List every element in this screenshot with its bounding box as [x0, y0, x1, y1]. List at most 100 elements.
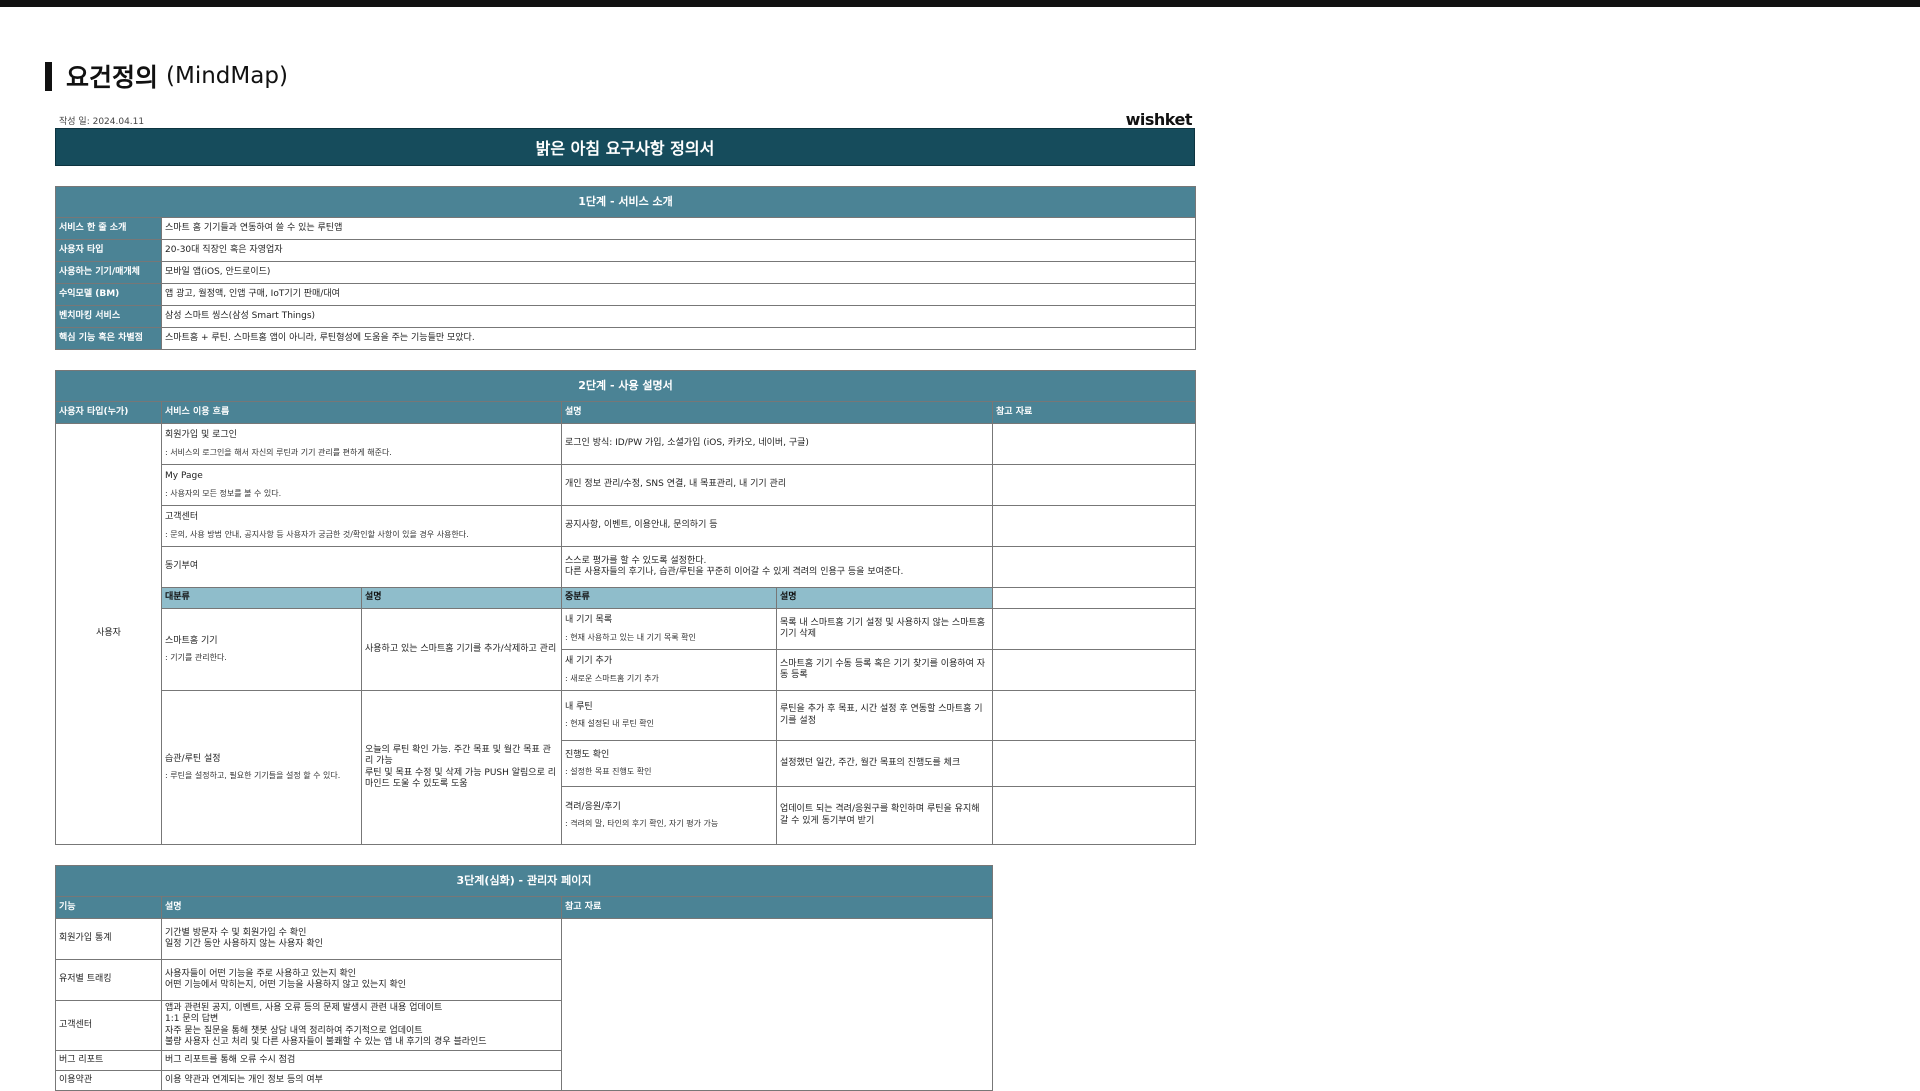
header-ref: 참고 자료: [991, 401, 1197, 424]
flow-sub: : 서비스의 로그인을 해서 자신의 루틴과 기기 관리를 편하게 해준다.: [165, 447, 392, 457]
doc-date: 작성 일: 2024.04.11: [59, 117, 145, 127]
stage1-row: 사용하는 기기/매개체 모바일 앱(iOS, 안드로이드): [55, 261, 1196, 284]
item-name: 새 기기 추가: [565, 656, 613, 667]
subheader-middle: 중분류: [561, 587, 777, 609]
item-sub: : 새로운 스마트홈 기기 추가: [565, 673, 659, 683]
stage2-title: 2단계 - 사용 설명서: [54, 370, 1197, 402]
doc-meta: 작성 일: 2024.04.11 wishket: [55, 110, 1195, 129]
ref-cell: [991, 786, 1197, 845]
stage1-table: 1단계 - 서비스 소개 서비스 한 줄 소개 스마트 홈 기기들과 연동하여 쓸…: [55, 186, 1196, 350]
group-row: 습관/루틴 설정: 루틴을 설정하고, 필요한 기기들을 설정 할 수 있다. …: [56, 690, 1197, 845]
slide-title-sub: (MindMap): [166, 63, 288, 89]
item-cell: 내 기기 목록 : 현재 사용하고 있는 내 기기 목록 확인: [561, 608, 777, 650]
admin-feature: 유저별 트래킹: [55, 959, 162, 1001]
item-desc: 목록 내 스마트홈 기기 설정 및 사용하지 않는 스마트홈 기기 삭제: [776, 608, 993, 650]
admin-desc: 앱과 관련된 공지, 이벤트, 사용 오류 등의 문제 발생시 관련 내용 업데…: [161, 1000, 562, 1051]
stage3-table: 3단계(심화) - 관리자 페이지 기능 설명 참고 자료 회원가입 통계 기간…: [54, 865, 994, 1091]
stage1-row: 서비스 한 줄 소개 스마트 홈 기기들과 연동하여 쓸 수 있는 루틴앱: [55, 217, 1196, 240]
admin-feature: 버그 리포트: [55, 1050, 162, 1071]
item-sub: : 현재 사용하고 있는 내 기기 목록 확인: [565, 632, 696, 642]
item-cell: 격려/응원/후기: 격려의 말, 타인의 후기 확인, 자기 평가 가능: [561, 786, 777, 845]
stage1-value: 앱 광고, 월정액, 인앱 구매, IoT기기 판매/대여: [161, 283, 1196, 306]
flow-cell: 고객센터 : 문의, 사용 방법 안내, 공지사항 등 사용자가 궁금한 것/확인…: [161, 505, 562, 547]
item-sub: : 설정한 목표 진행도 확인: [565, 767, 652, 777]
requirements-document: 작성 일: 2024.04.11 wishket 밝은 아침 요구사항 정의서 …: [54, 110, 1197, 1091]
item-desc: 설정했던 일간, 주간, 월간 목표의 진행도를 체크: [776, 740, 993, 787]
stage1-value: 스마트 홈 기기들과 연동하여 쓸 수 있는 루틴앱: [161, 217, 1196, 240]
ref-cell: [991, 649, 1197, 691]
group-cell: 습관/루틴 설정 : 루틴을 설정하고, 필요한 기기들을 설정 할 수 있다.: [161, 690, 362, 845]
stage1-row: 핵심 기능 혹은 차별점 스마트홈 + 루틴. 스마트홈 앱이 아니라, 루틴형성…: [55, 327, 1196, 350]
admin-desc: 이용 약관과 연계되는 개인 정보 등의 여부: [161, 1070, 562, 1091]
admin-desc: 사용자들이 어떤 기능을 주로 사용하고 있는지 확인 어떤 기능에서 막히는지…: [161, 959, 562, 1001]
item-name: 진행도 확인: [565, 749, 610, 760]
admin-row: 회원가입 통계 기간별 방문자 수 및 회원가입 수 확인 일정 기간 동안 사…: [55, 918, 994, 1091]
slide-title-main: 요건정의: [66, 63, 159, 92]
ref-cell: [991, 505, 1197, 547]
flow-name: 동기부여: [165, 561, 199, 572]
group-cell: 스마트홈 기기 : 기기를 관리한다.: [161, 608, 362, 691]
admin-desc: 버그 리포트를 통해 오류 수시 점검: [161, 1050, 562, 1071]
admin-feature: 이용약관: [55, 1070, 162, 1091]
header-feature: 기능: [55, 896, 162, 919]
flow-cell: 동기부여: [161, 546, 562, 588]
admin-desc: 기간별 방문자 수 및 회원가입 수 확인 일정 기간 동안 사용하지 않는 사…: [161, 918, 562, 960]
group-desc: 사용하고 있는 스마트홈 기기를 추가/삭제하고 관리: [361, 608, 562, 691]
subheader-major: 대분류: [161, 587, 362, 609]
stage1-row: 사용자 타입 20-30대 직장인 혹은 자영업자: [55, 239, 1196, 262]
group-name: 스마트홈 기기: [165, 635, 218, 646]
flow-name: 회원가입 및 로그인: [165, 430, 237, 441]
group-name: 습관/루틴 설정: [165, 753, 221, 764]
stage1-label: 수익모델 (BM): [55, 283, 162, 306]
flow-row: My Page : 사용자의 모든 정보를 볼 수 있다. 개인 정보 관리/수정…: [56, 464, 1197, 506]
item-desc: 업데이트 되는 격려/응원구를 확인하며 루틴을 유지해 갈 수 있게 동기부여…: [776, 786, 993, 845]
flow-name: 고객센터: [165, 512, 199, 523]
item-name: 내 루틴: [565, 701, 593, 712]
group-row: 스마트홈 기기 : 기기를 관리한다. 사용하고 있는 스마트홈 기기를 추가/삭…: [56, 608, 1197, 691]
slide-title: 요건정의 (MindMap): [45, 60, 288, 92]
header-desc: 설명: [561, 401, 993, 424]
admin-ref: [560, 918, 994, 1091]
header-flow: 서비스 이용 흐름: [161, 401, 562, 424]
stage1-label: 벤치마킹 서비스: [55, 305, 162, 328]
stage2-table: 2단계 - 사용 설명서 사용자 타입(누가) 서비스 이용 흐름 설명 참고 …: [54, 370, 1197, 845]
item-desc: 루틴을 추가 후 목표, 시간 설정 후 연동할 스마트홈 기기를 설정: [776, 690, 993, 741]
stage1-label: 사용자 타입: [55, 239, 162, 262]
flow-row: 동기부여 스스로 평가를 할 수 있도록 설정한다. 다른 사용자들의 후기나,…: [56, 546, 1197, 588]
ref-cell: [991, 608, 1197, 650]
item-cell: 새 기기 추가 : 새로운 스마트홈 기기 추가: [561, 649, 777, 691]
header-ref: 참고 자료: [560, 896, 994, 919]
flow-sub: : 사용자의 모든 정보를 볼 수 있다.: [165, 488, 282, 498]
admin-feature: 고객센터: [55, 1000, 162, 1051]
ref-cell: [991, 464, 1197, 506]
group-desc: 오늘의 루틴 확인 가능. 주간 목표 및 월간 목표 관리 가능 루틴 및 목…: [361, 690, 562, 845]
stage1-row: 수익모델 (BM) 앱 광고, 월정액, 인앱 구매, IoT기기 판매/대여: [55, 283, 1196, 306]
ref-cell: [991, 740, 1197, 787]
flow-desc: 개인 정보 관리/수정, SNS 연결, 내 목표관리, 내 기기 관리: [561, 464, 993, 506]
flow-cell: 회원가입 및 로그인 : 서비스의 로그인을 해서 자신의 루틴과 기기 관리를 …: [161, 423, 562, 465]
group-sub: : 루틴을 설정하고, 필요한 기기들을 설정 할 수 있다.: [165, 771, 341, 781]
stage1-value: 삼성 스마트 씽스(삼성 Smart Things): [161, 305, 1196, 328]
flow-sub: : 문의, 사용 방법 안내, 공지사항 등 사용자가 궁금한 것/확인할 사항…: [165, 529, 469, 539]
item-name: 내 기기 목록: [565, 615, 613, 626]
item-desc: 스마트홈 기기 수동 등록 혹은 기기 찾기를 이용하여 자동 등록: [776, 649, 993, 691]
group-sub: : 기기를 관리한다.: [165, 653, 227, 663]
subheader-major-desc: 설명: [361, 587, 562, 609]
ref-cell: [991, 546, 1197, 588]
ref-cell: [991, 423, 1197, 465]
user-type-cell: 사용자: [55, 423, 162, 845]
stage3-title: 3단계(심화) - 관리자 페이지: [54, 865, 994, 897]
item-cell: 진행도 확인 : 설정한 목표 진행도 확인: [561, 740, 777, 787]
item-sub: : 현재 설정된 내 루틴 확인: [565, 719, 655, 729]
stage1-value: 20-30대 직장인 혹은 자영업자: [161, 239, 1196, 262]
flow-desc: 스스로 평가를 할 수 있도록 설정한다. 다른 사용자들의 후기나, 습관/루…: [561, 546, 993, 588]
flow-name: My Page: [165, 471, 203, 482]
top-bar: [0, 0, 1920, 7]
flow-desc: 공지사항, 이벤트, 이용안내, 문의하기 등: [561, 505, 993, 547]
flow-row: 고객센터 : 문의, 사용 방법 안내, 공지사항 등 사용자가 궁금한 것/확인…: [56, 505, 1197, 547]
stage1-label: 서비스 한 줄 소개: [55, 217, 162, 240]
item-cell: 내 루틴 : 현재 설정된 내 루틴 확인: [561, 690, 777, 741]
flow-row: 사용자 회원가입 및 로그인 : 서비스의 로그인을 해서 자신의 루틴과 기기 …: [55, 423, 1197, 845]
doc-title-banner: 밝은 아침 요구사항 정의서: [55, 128, 1195, 166]
stage1-title: 1단계 - 서비스 소개: [55, 186, 1196, 218]
